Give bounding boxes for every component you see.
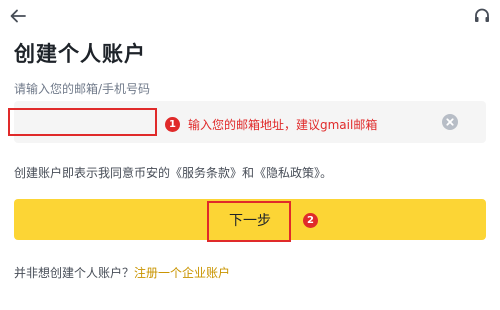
business-account-question: 并非想创建个人账户？ xyxy=(14,266,135,280)
page-title: 创建个人账户 xyxy=(14,42,146,66)
terms-conjunction: 和 xyxy=(242,166,255,180)
terms-of-service-link[interactable]: 《服务条款》 xyxy=(170,166,242,180)
annotation-marker-1: 1 xyxy=(165,117,180,132)
back-button[interactable] xyxy=(8,6,28,26)
annotation-marker-2: 2 xyxy=(303,213,318,228)
clear-input-button[interactable] xyxy=(442,114,458,130)
register-business-account-link[interactable]: 注册一个企业账户 xyxy=(134,266,230,280)
support-button[interactable] xyxy=(472,6,492,26)
terms-agreement: 创建账户即表示我同意币安的《服务条款》和《隐私政策》。 xyxy=(14,164,332,181)
headset-icon xyxy=(475,8,489,22)
annotation-highlight-button xyxy=(207,201,291,242)
terms-prefix: 创建账户即表示我同意币安的 xyxy=(14,166,171,180)
annotation-note-1: 输入您的邮箱地址，建议gmail邮箱 xyxy=(188,118,378,132)
privacy-policy-link[interactable]: 《隐私政策》 xyxy=(254,166,320,180)
business-account-prompt: 并非想创建个人账户？注册一个企业账户 xyxy=(14,264,230,281)
email-field-label: 请输入您的邮箱/手机号码 xyxy=(14,82,151,96)
register-page: 创建个人账户 请输入您的邮箱/手机号码 1 输入您的邮箱地址，建议gmail邮箱… xyxy=(0,0,500,310)
annotation-highlight-input xyxy=(8,108,157,136)
arrow-left-icon xyxy=(10,9,26,23)
clear-circle-icon xyxy=(446,118,454,126)
terms-suffix: 。 xyxy=(320,166,333,180)
